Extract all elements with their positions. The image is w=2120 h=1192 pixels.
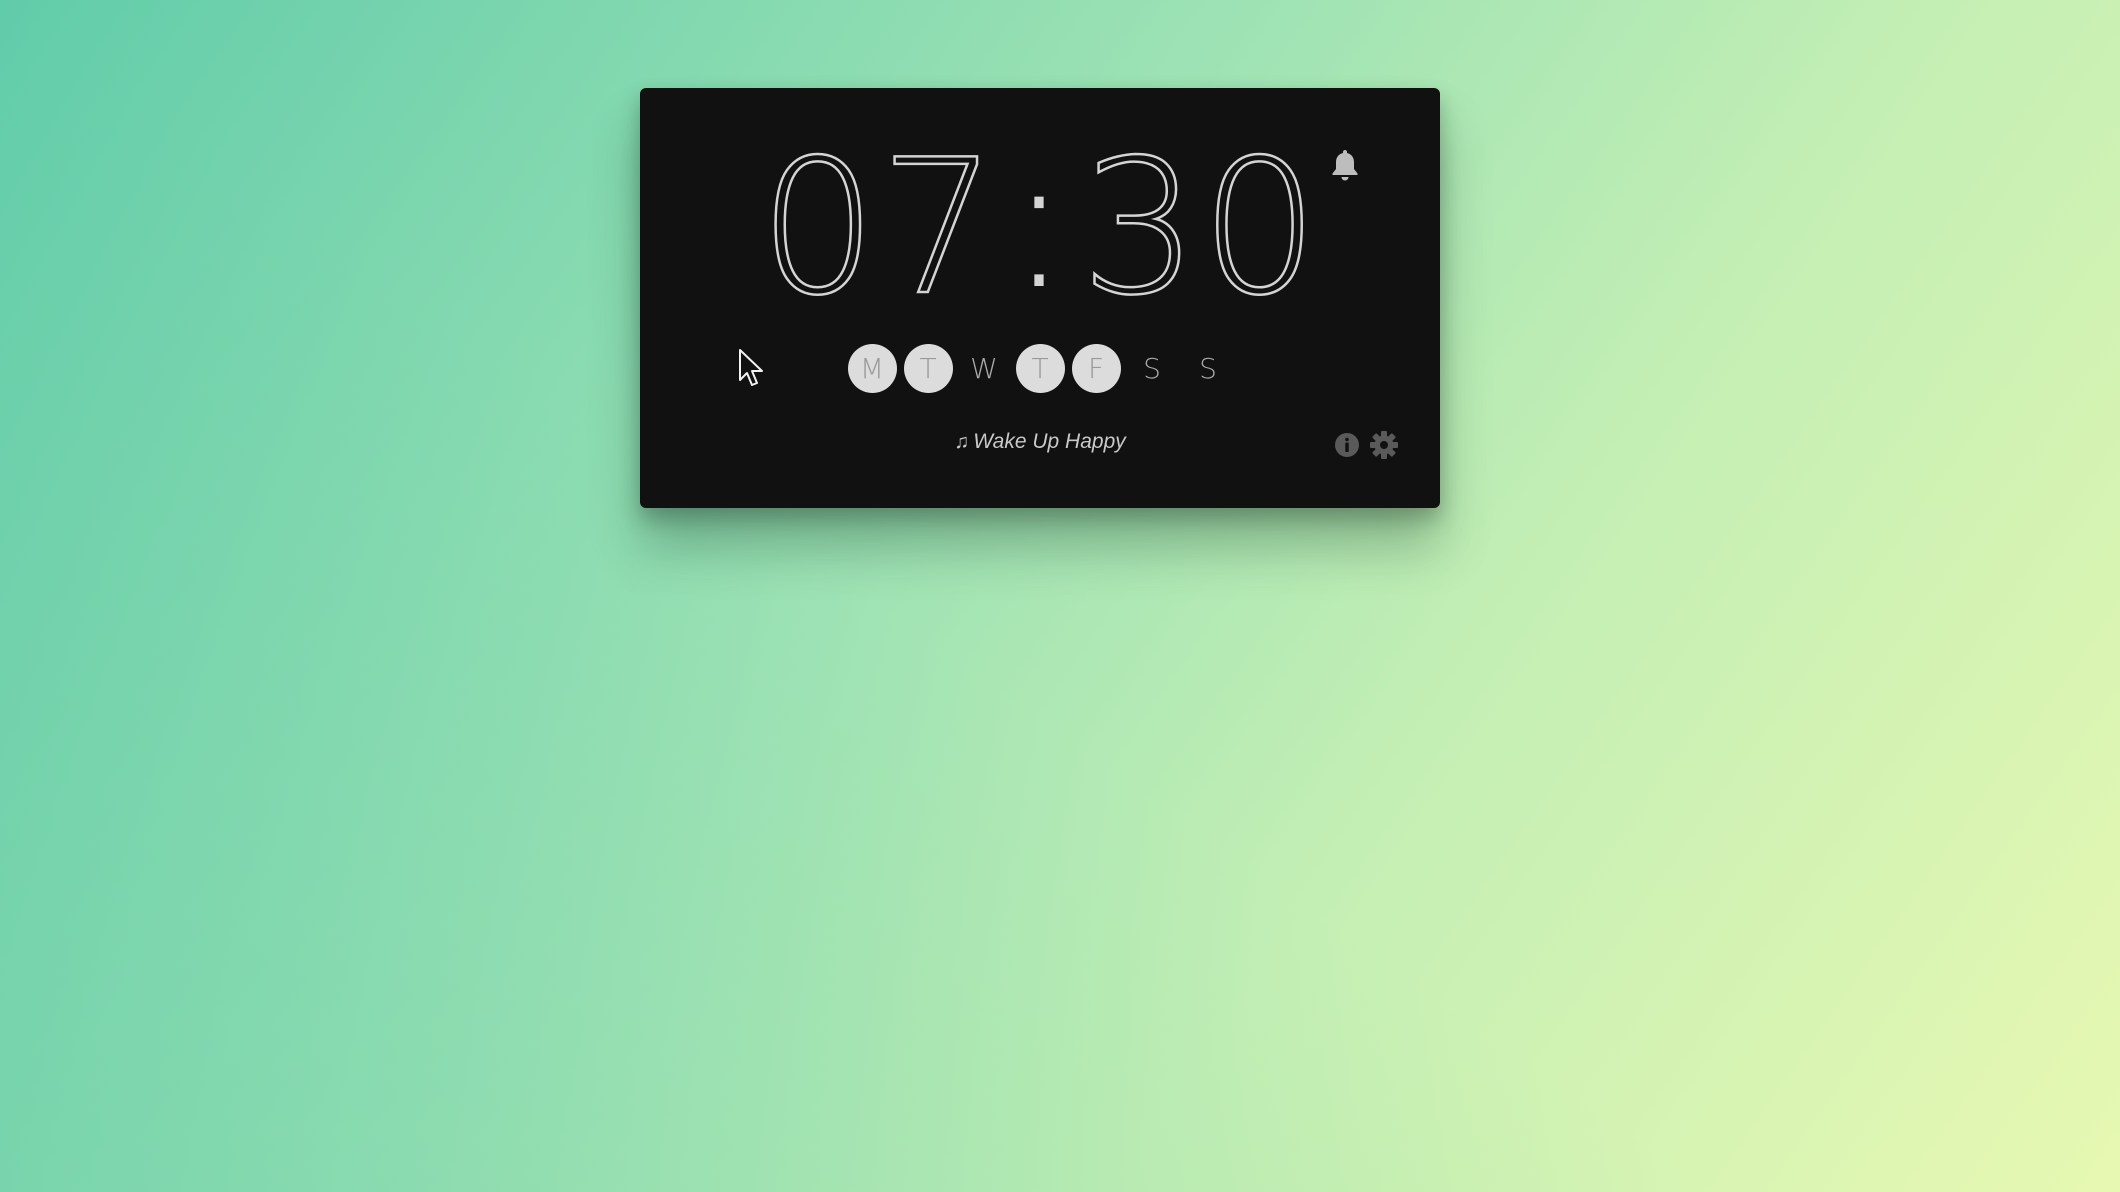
bell-icon[interactable] (1330, 148, 1360, 182)
alarm-minutes[interactable]: 30 (1079, 126, 1321, 329)
weekday-selector: M T W T F S S (640, 344, 1440, 393)
info-icon[interactable] (1334, 432, 1360, 458)
day-toggle-sunday[interactable]: S (1184, 344, 1233, 393)
gear-icon[interactable] (1369, 430, 1399, 460)
alarm-sound[interactable]: ♫ Wake Up Happy (640, 430, 1440, 454)
alarm-hours[interactable]: 07 (758, 126, 1000, 329)
song-title: Wake Up Happy (973, 430, 1126, 453)
day-toggle-monday[interactable]: M (847, 344, 897, 393)
music-note-icon: ♫ (954, 431, 970, 453)
day-toggle-tuesday[interactable]: T (903, 344, 953, 393)
alarm-time[interactable]: 07:30 (640, 122, 1440, 329)
day-toggle-saturday[interactable]: S (1128, 344, 1177, 393)
day-toggle-wednesday[interactable]: W (960, 344, 1009, 393)
time-separator: : (1007, 113, 1073, 330)
alarm-card: 07:30 M T W T F S S ♫ Wake Up Happy (640, 88, 1440, 508)
day-toggle-friday[interactable]: F (1071, 344, 1121, 393)
day-toggle-thursday[interactable]: T (1015, 344, 1065, 393)
